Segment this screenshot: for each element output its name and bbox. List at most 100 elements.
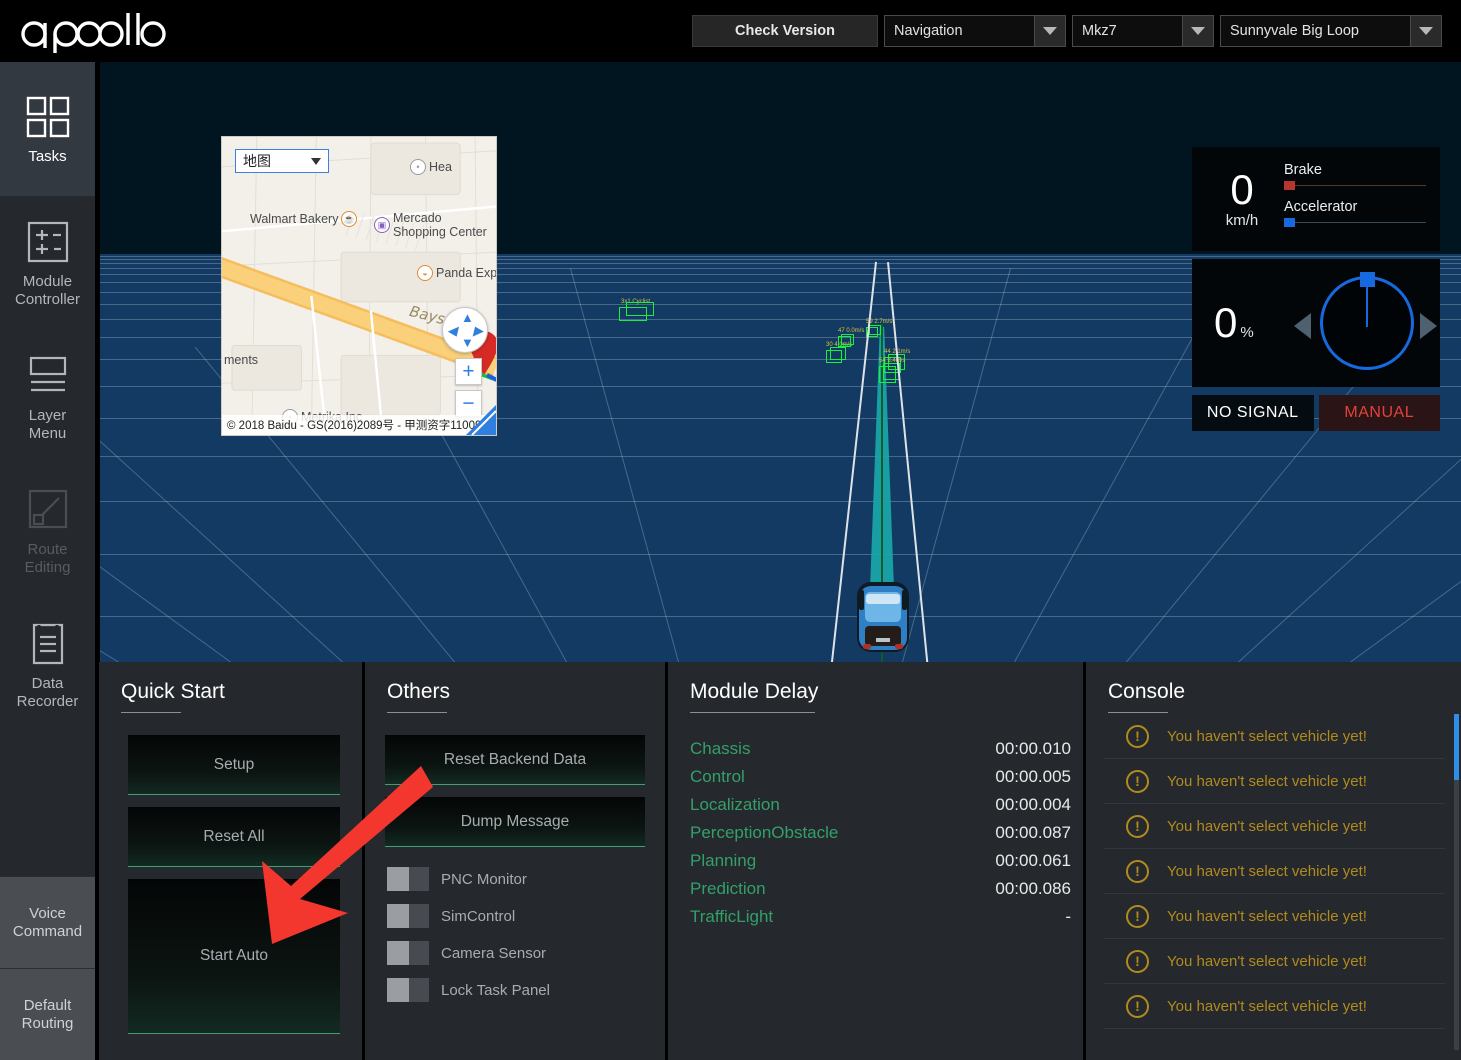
toggle-knob [387, 867, 409, 891]
console-message: You haven't select vehicle yet! [1167, 998, 1367, 1015]
accelerator-label: Accelerator [1284, 199, 1426, 215]
map-resize-handle[interactable] [466, 405, 496, 435]
console-scrollbar-thumb[interactable] [1454, 714, 1459, 780]
bag-icon: ▣ [374, 217, 390, 233]
toggle-switch[interactable] [387, 978, 429, 1002]
chevron-down-icon[interactable] [1410, 15, 1442, 47]
accelerator-knob [1284, 218, 1295, 227]
module-delay-value: - [1065, 907, 1071, 927]
check-version-button[interactable]: Check Version [692, 15, 878, 47]
toggle-pnc-monitor[interactable]: PNC Monitor [387, 867, 665, 891]
map-poi[interactable]: • Hea [410, 159, 452, 175]
list-item: ! You haven't select vehicle yet! [1104, 894, 1445, 939]
toggle-switch[interactable] [387, 867, 429, 891]
map-poi-label: Mercado Shopping Center [393, 211, 487, 239]
console-message: You haven't select vehicle yet! [1167, 863, 1367, 880]
page-title: Quick Start [99, 662, 362, 704]
module-delay-value: 00:00.005 [995, 767, 1071, 787]
toggle-knob [387, 978, 409, 1002]
pedal-bars: Brake Accelerator [1278, 162, 1426, 236]
pan-control-icon[interactable]: ▲ ◀ ▶ ▼ [442, 307, 488, 353]
module-name: Chassis [690, 739, 750, 759]
others-panel: Others Reset Backend Data Dump Message P… [365, 662, 665, 1060]
map-type-label: 地图 [243, 151, 271, 171]
steering-wheel-icon [1320, 276, 1414, 370]
sidebar-item-label: Route Editing [25, 541, 71, 577]
sidebar-item-route-editing[interactable]: Route Editing [0, 464, 95, 598]
signal-status-badge: NO SIGNAL [1192, 395, 1314, 431]
table-row: PerceptionObstacle 00:00.087 [668, 819, 1083, 847]
brake-bar [1284, 181, 1426, 190]
steer-left-icon[interactable] [1294, 313, 1311, 339]
list-item: ! You haven't select vehicle yet! [1104, 804, 1445, 849]
toggle-switch[interactable] [387, 941, 429, 965]
module-name: Planning [690, 851, 756, 871]
cup-icon: ☕ [341, 211, 357, 227]
toggle-label: Camera Sensor [441, 945, 546, 962]
table-row: Prediction 00:00.086 [668, 875, 1083, 903]
sidebar-item-data-recorder[interactable]: Data Recorder [0, 598, 95, 732]
toggle-simcontrol[interactable]: SimControl [387, 904, 665, 928]
module-name: Localization [690, 795, 780, 815]
table-row: TrafficLight - [668, 903, 1083, 931]
3d-scene-view[interactable]: 3x1 Cyclist 30 4.0m/s 44 2.1m/s 47 0.0m/… [100, 62, 1461, 662]
map-poi[interactable]: Walmart Bakery ☕ [250, 211, 357, 227]
steer-right-icon[interactable] [1420, 313, 1437, 339]
vehicle-select[interactable]: Mkz7 [1072, 15, 1214, 47]
brake-knob [1284, 181, 1295, 190]
sidebar-item-tasks[interactable]: Tasks [0, 62, 95, 196]
apollo-dreamview-app: Check Version Navigation Mkz7 Sunnyvale … [0, 0, 1461, 1060]
grid-icon [26, 92, 70, 142]
grid-line-horizontal [100, 554, 1461, 555]
page-title: Console [1086, 662, 1461, 704]
steering-panel: 0 % [1192, 259, 1440, 387]
console-message-list[interactable]: ! You haven't select vehicle yet! ! You … [1104, 714, 1445, 1052]
toggle-camera-sensor[interactable]: Camera Sensor [387, 941, 665, 965]
mode-select-value: Navigation [884, 15, 1034, 47]
route-icon [26, 485, 70, 535]
setup-button[interactable]: Setup [128, 735, 340, 795]
sidebar-item-voice-command[interactable]: Voice Command [0, 876, 95, 968]
dot-icon: • [410, 159, 426, 175]
module-name: Control [690, 767, 745, 787]
warning-icon: ! [1126, 815, 1149, 838]
reset-all-button[interactable]: Reset All [128, 807, 340, 867]
status-row: NO SIGNAL MANUAL [1192, 395, 1440, 431]
chevron-down-icon[interactable] [1182, 15, 1214, 47]
speed-value: 0 [1230, 170, 1253, 210]
chevron-down-icon [311, 158, 321, 165]
map-widget[interactable]: Bayshore 地图 • Hea Walmart Bakery ☕ ▣ Mer… [221, 136, 497, 436]
reset-backend-data-button[interactable]: Reset Backend Data [385, 735, 645, 785]
warning-icon: ! [1126, 770, 1149, 793]
map-select[interactable]: Sunnyvale Big Loop [1220, 15, 1442, 47]
accelerator-track [1292, 222, 1426, 223]
grid-line-horizontal [100, 456, 1461, 457]
warning-icon: ! [1126, 905, 1149, 928]
list-item: ! You haven't select vehicle yet! [1104, 759, 1445, 804]
map-poi[interactable]: ◒ Panda Express [417, 265, 497, 281]
sidebar-bottom-label: Default Routing [22, 997, 74, 1033]
sidebar-item-label: Layer Menu [29, 407, 67, 443]
map-zoom-in-button[interactable]: + [455, 358, 482, 385]
mode-select[interactable]: Navigation [884, 15, 1066, 47]
dump-message-button[interactable]: Dump Message [385, 797, 645, 847]
toggle-switch[interactable] [387, 904, 429, 928]
sidebar-item-layer-menu[interactable]: Layer Menu [0, 330, 95, 464]
sidebar-item-module-controller[interactable]: Module Controller [0, 196, 95, 330]
start-auto-button[interactable]: Start Auto [128, 879, 340, 1034]
module-delay-value: 00:00.087 [995, 823, 1071, 843]
toggle-lock-task-panel[interactable]: Lock Task Panel [387, 978, 665, 1002]
sidebar-item-default-routing[interactable]: Default Routing [0, 968, 95, 1060]
map-poi-label: Hea [429, 160, 452, 174]
module-name: Prediction [690, 879, 766, 899]
layers-icon [26, 351, 70, 401]
sidebar-item-label: Module Controller [15, 273, 80, 309]
map-type-selector[interactable]: 地图 [235, 149, 329, 173]
title-rule [121, 712, 181, 713]
warning-icon: ! [1126, 725, 1149, 748]
table-row: Localization 00:00.004 [668, 791, 1083, 819]
map-poi[interactable]: ▣ Mercado Shopping Center [374, 211, 487, 239]
apollo-logo [16, 8, 166, 54]
table-row: Control 00:00.005 [668, 763, 1083, 791]
chevron-down-icon[interactable] [1034, 15, 1066, 47]
